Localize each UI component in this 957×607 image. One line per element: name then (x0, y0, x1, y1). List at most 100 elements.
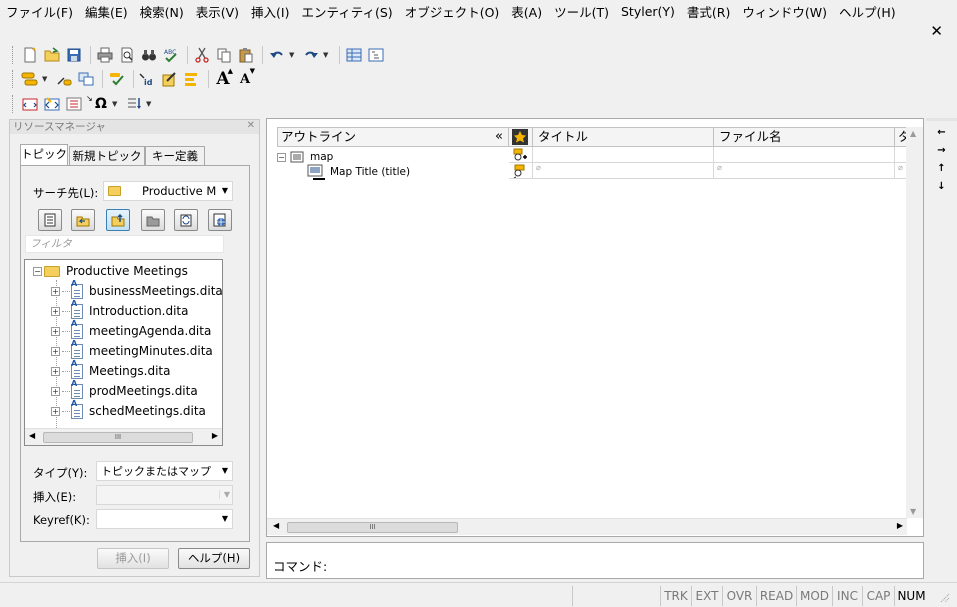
tab-key-definition[interactable]: キー定義 (145, 146, 205, 166)
tree-horizontal-scrollbar[interactable]: ◀ III ▶ (25, 428, 222, 445)
expand-icon[interactable]: + (51, 366, 60, 376)
expand-icon[interactable]: + (51, 326, 60, 336)
title-column-header[interactable]: タイトル (533, 127, 714, 147)
new-document-icon[interactable] (20, 45, 40, 65)
refresh-button[interactable] (174, 209, 198, 231)
toolbar-grip[interactable] (12, 95, 15, 113)
menu-help[interactable]: ヘルプ(H) (833, 2, 902, 21)
edit-attributes-icon[interactable] (160, 69, 180, 89)
insert-list-icon[interactable] (64, 94, 84, 114)
open-folder-icon[interactable] (42, 45, 62, 65)
insert-button[interactable]: 挿入(I) (97, 548, 169, 569)
filename-cell[interactable]: ⌀ (714, 163, 895, 179)
web-browse-button[interactable] (208, 209, 232, 231)
command-area[interactable]: コマンド: (266, 542, 924, 579)
menu-edit[interactable]: 編集(E) (79, 2, 134, 21)
back-button[interactable] (71, 209, 95, 231)
insert-select[interactable]: ▼ (96, 485, 233, 505)
tab-topic[interactable]: トピック (20, 144, 68, 166)
tree-root-item[interactable]: − Productive Meetings (33, 261, 188, 281)
increase-font-icon[interactable]: A ▲ (213, 67, 233, 89)
filename-column-header[interactable]: ファイル名 (714, 127, 895, 147)
menu-insert[interactable]: 挿入(I) (245, 2, 295, 21)
toolbar-grip[interactable] (12, 70, 15, 88)
menu-search[interactable]: 検索(N) (134, 2, 190, 21)
insert-id-icon[interactable]: id (138, 69, 158, 89)
scrollbar-thumb[interactable]: III (287, 522, 458, 533)
collapse-icon[interactable]: − (277, 152, 286, 162)
tab-new-topic[interactable]: 新規トピック (69, 146, 145, 166)
resize-grip-icon[interactable] (938, 591, 950, 603)
styler-icon[interactable] (182, 69, 202, 89)
insert-symbol-icon[interactable]: ↘ Ω (86, 94, 110, 114)
table-view-icon[interactable] (344, 45, 364, 65)
expand-icon[interactable]: + (51, 306, 60, 316)
print-preview-icon[interactable] (117, 45, 137, 65)
outline-vertical-scrollbar[interactable]: ▲ ▼ (906, 127, 923, 518)
help-button[interactable]: ヘルプ(H) (178, 548, 250, 569)
scroll-up-icon[interactable]: ▲ (910, 129, 916, 138)
outline-horizontal-scrollbar[interactable]: ◀ III ▶ (267, 518, 907, 535)
arrow-up-icon[interactable]: ↑ (926, 163, 957, 181)
scroll-right-icon[interactable]: ▶ (212, 431, 218, 440)
expand-icon[interactable]: + (51, 346, 60, 356)
collapse-panel-icon[interactable]: « (495, 128, 503, 146)
scroll-right-icon[interactable]: ▶ (897, 521, 903, 530)
insert-break-dropdown-icon[interactable]: ▼ (146, 100, 154, 108)
scroll-left-icon[interactable]: ◀ (273, 521, 279, 530)
filename-cell[interactable] (714, 147, 895, 163)
redo-dropdown-icon[interactable]: ▼ (323, 51, 331, 59)
type-select[interactable]: トピックまたはマップ ▼ (96, 461, 233, 481)
outline-row-title[interactable]: Map Title (title) (307, 164, 410, 180)
expand-icon[interactable]: + (51, 386, 60, 396)
insert-image-icon[interactable] (20, 94, 40, 114)
split-element-icon[interactable] (76, 69, 96, 89)
row-icon-cell[interactable] (509, 147, 533, 163)
row-icon-cell[interactable] (509, 163, 533, 179)
redo-icon[interactable] (301, 45, 321, 65)
menu-file[interactable]: ファイル(F) (0, 2, 79, 21)
insert-symbol-dropdown-icon[interactable]: ▼ (112, 100, 120, 108)
structure-view-icon[interactable] (366, 45, 386, 65)
arrow-left-icon[interactable]: ← (926, 127, 957, 145)
menu-tools[interactable]: ツール(T) (548, 2, 615, 21)
expand-icon[interactable]: + (51, 286, 60, 296)
arrow-down-icon[interactable]: ↓ (926, 181, 957, 199)
undo-dropdown-icon[interactable]: ▼ (289, 51, 297, 59)
keyref-select[interactable]: ▼ (96, 509, 233, 529)
undo-icon[interactable] (267, 45, 287, 65)
search-location-select[interactable]: Productive M ▼ (103, 181, 233, 201)
menu-view[interactable]: 表示(V) (190, 2, 245, 21)
outline-row-map[interactable]: − map (277, 149, 333, 165)
new-folder-button[interactable] (141, 209, 165, 231)
change-element-icon[interactable] (54, 69, 74, 89)
insert-markup-icon[interactable] (42, 94, 62, 114)
print-icon[interactable] (95, 45, 115, 65)
expand-icon[interactable]: + (51, 406, 60, 416)
title-cell[interactable] (533, 147, 714, 163)
title-cell[interactable]: ⌀ (533, 163, 714, 179)
outline-column-header[interactable]: アウトライン « (277, 127, 509, 147)
menu-window[interactable]: ウィンドウ(W) (736, 2, 833, 21)
insert-break-icon[interactable] (124, 94, 144, 114)
insert-element-icon[interactable] (20, 69, 40, 89)
menu-table[interactable]: 表(A) (505, 2, 548, 21)
panel-close-icon[interactable]: ✕ (247, 120, 255, 131)
arrow-right-icon[interactable]: → (926, 145, 957, 163)
icon-column-header[interactable] (509, 127, 533, 147)
spellcheck-icon[interactable]: ABC (161, 45, 181, 65)
cut-icon[interactable] (192, 45, 212, 65)
scrollbar-thumb[interactable]: III (43, 432, 193, 443)
menu-object[interactable]: オブジェクト(O) (399, 2, 506, 21)
validate-icon[interactable] (107, 69, 127, 89)
up-folder-button[interactable] (106, 209, 130, 231)
list-view-button[interactable] (38, 209, 62, 231)
tree-item[interactable]: + A schedMeetings.dita (51, 399, 206, 421)
menu-entity[interactable]: エンティティ(S) (295, 2, 398, 21)
tree-item[interactable]: + A Meetings.dita (51, 359, 170, 381)
close-document-icon[interactable]: ✕ (930, 22, 943, 40)
menu-format[interactable]: 書式(R) (681, 2, 736, 21)
copy-icon[interactable] (214, 45, 234, 65)
save-icon[interactable] (64, 45, 84, 65)
find-binoculars-icon[interactable] (139, 45, 159, 65)
